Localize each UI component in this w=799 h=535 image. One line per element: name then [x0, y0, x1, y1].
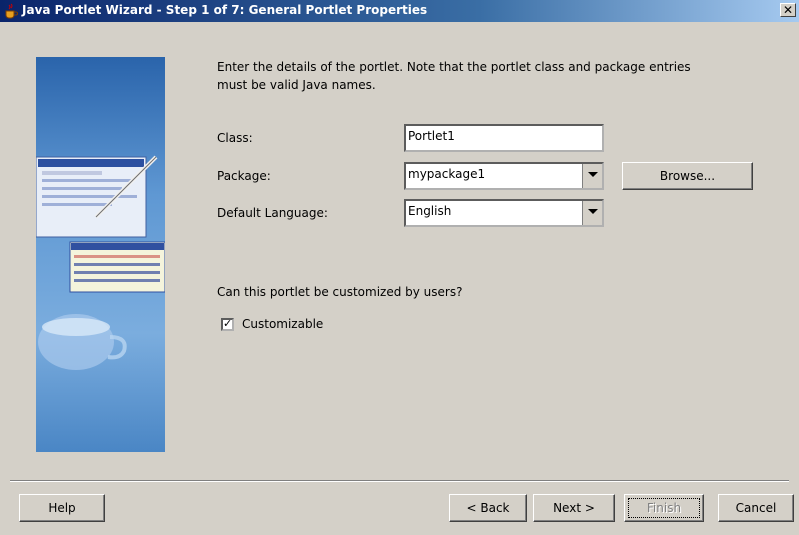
- back-button-label: < Back: [466, 501, 510, 515]
- java-cup-icon: [5, 3, 18, 19]
- window-title: Java Portlet Wizard - Step 1 of 7: Gener…: [22, 3, 428, 17]
- wizard-illustration: [36, 57, 165, 452]
- finish-button-label: Finish: [646, 501, 682, 515]
- intro-line-2: must be valid Java names.: [217, 78, 376, 92]
- customize-question: Can this portlet be customized by users?: [217, 285, 463, 299]
- language-combo-value: English: [408, 204, 452, 218]
- back-button[interactable]: < Back: [449, 494, 527, 522]
- close-button[interactable]: ✕: [780, 3, 796, 17]
- cancel-button[interactable]: Cancel: [718, 494, 794, 522]
- customizable-checkbox[interactable]: [221, 317, 234, 331]
- next-button-label: Next >: [553, 501, 595, 515]
- close-icon: ✕: [782, 3, 794, 17]
- package-dropdown-button[interactable]: [582, 164, 602, 188]
- title-bar: Java Portlet Wizard - Step 1 of 7: Gener…: [0, 0, 799, 22]
- package-combo[interactable]: mypackage1: [404, 162, 604, 190]
- language-combo[interactable]: English: [404, 199, 604, 227]
- language-label: Default Language:: [217, 206, 328, 220]
- package-label: Package:: [217, 169, 271, 183]
- intro-line-1: Enter the details of the portlet. Note t…: [217, 60, 691, 74]
- footer-separator: [10, 480, 789, 482]
- class-input[interactable]: Portlet1: [404, 124, 604, 152]
- class-label: Class:: [217, 131, 253, 145]
- package-combo-value: mypackage1: [408, 167, 486, 181]
- customizable-label[interactable]: Customizable: [242, 317, 323, 331]
- wizard-side-image: [36, 57, 165, 452]
- next-button[interactable]: Next >: [533, 494, 615, 522]
- cancel-button-label: Cancel: [735, 501, 777, 515]
- language-dropdown-button[interactable]: [582, 201, 602, 225]
- browse-button[interactable]: Browse...: [622, 162, 753, 190]
- help-button-label: Help: [48, 501, 76, 515]
- finish-button[interactable]: Finish: [624, 494, 704, 522]
- class-input-value: Portlet1: [408, 129, 455, 143]
- help-button[interactable]: Help: [19, 494, 105, 522]
